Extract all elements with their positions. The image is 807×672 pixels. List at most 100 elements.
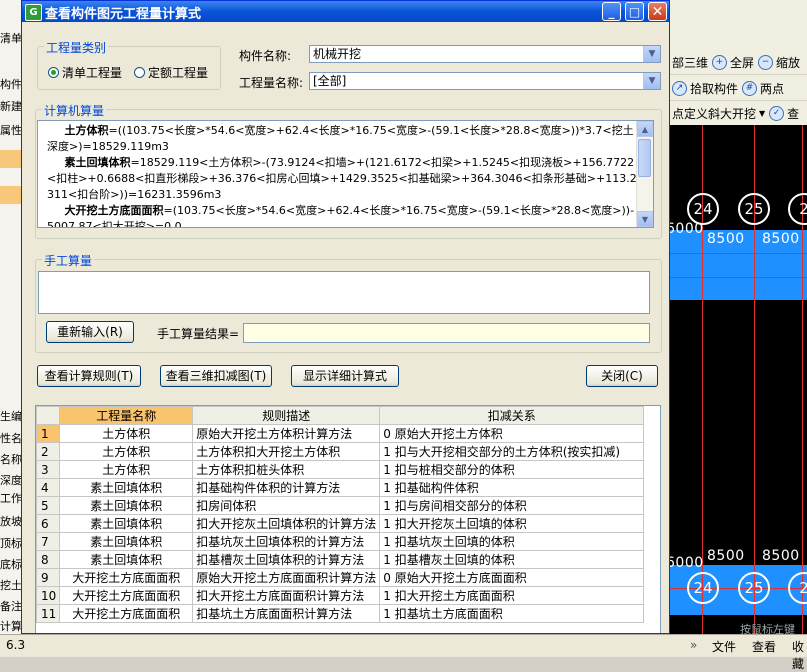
table-row[interactable]: 7 素土回填体积 扣基坑灰土回填体积的计算方法 1 扣基坑灰土回填的体积 <box>36 532 645 551</box>
3d-view-button[interactable]: 部三维 <box>672 54 708 71</box>
cell-deduction[interactable]: 1 扣与房间相交部分的体积 <box>379 496 645 515</box>
left-label[interactable]: 新建 <box>0 98 22 114</box>
cell-rule-desc[interactable]: 扣大开挖灰土回填体积的计算方法 <box>192 514 381 533</box>
scroll-up-icon[interactable]: ▲ <box>637 121 653 137</box>
cell-qty-name[interactable]: 素土回填体积 <box>59 514 194 533</box>
scroll-thumb[interactable] <box>638 139 651 177</box>
row-number[interactable]: 6 <box>36 514 61 533</box>
cell-rule-desc[interactable]: 扣基坑土方底面面积计算方法 <box>192 604 381 623</box>
qty-name-combo[interactable]: [全部] ▼ <box>309 72 661 90</box>
scroll-down-icon[interactable]: ▼ <box>637 211 653 227</box>
left-label: 清单 <box>0 32 22 45</box>
show-detail-formula-button[interactable]: 显示详细计算式 <box>291 365 399 387</box>
cell-qty-name[interactable]: 土方体积 <box>59 442 194 461</box>
cell-rule-desc[interactable]: 土方体积扣大开挖土方体积 <box>192 442 381 461</box>
left-selected-row[interactable] <box>0 150 22 168</box>
cell-deduction[interactable]: 1 扣大开挖灰土回填的体积 <box>379 514 645 533</box>
pick-component-button[interactable]: ↗ 拾取构件 <box>672 80 738 97</box>
check-button[interactable]: ✓ 查 <box>769 105 799 122</box>
row-number[interactable]: 4 <box>36 478 61 497</box>
row-number[interactable]: 2 <box>36 442 61 461</box>
double-chevron-icon[interactable]: » <box>690 638 697 652</box>
cell-qty-name[interactable]: 大开挖土方底面面积 <box>59 586 194 605</box>
row-number[interactable]: 3 <box>36 460 61 479</box>
table-row[interactable]: 1 土方体积 原始大开挖土方体积计算方法 0 原始大开挖土方体积 <box>36 424 645 443</box>
table-row[interactable]: 6 素土回填体积 扣大开挖灰土回填体积的计算方法 1 扣大开挖灰土回填的体积 <box>36 514 645 533</box>
cell-rule-desc[interactable]: 扣房间体积 <box>192 496 381 515</box>
define-slope-button[interactable]: 点定义斜大开挖 ▼ <box>672 105 765 122</box>
cell-deduction[interactable]: 0 原始大开挖土方体积 <box>379 424 645 443</box>
zoom-button[interactable]: − 缩放 <box>758 54 800 71</box>
canvas-tip: 按鼠标左键 <box>740 623 795 634</box>
table-row[interactable]: 8 素土回填体积 扣基槽灰土回填体积的计算方法 1 扣基槽灰土回填的体积 <box>36 550 645 569</box>
view-3d-deduction-button[interactable]: 查看三维扣减图(T) <box>160 365 272 387</box>
drawing-canvas[interactable]: 24 25 2 24 25 2 6000 8500 8500 6000 8500… <box>670 125 807 634</box>
status-menu-favorites[interactable]: 收藏 <box>792 638 807 672</box>
row-number[interactable]: 1 <box>36 424 61 443</box>
cell-qty-name[interactable]: 土方体积 <box>59 424 194 443</box>
cell-rule-desc[interactable]: 扣基坑灰土回填体积的计算方法 <box>192 532 381 551</box>
cell-rule-desc[interactable]: 扣基槽灰土回填体积的计算方法 <box>192 550 381 569</box>
minimize-button[interactable]: _ <box>602 2 621 21</box>
dialog-titlebar[interactable]: G 查看构件图元工程量计算式 _ □ ✕ <box>22 1 669 22</box>
radio-bill-qty[interactable]: 清单工程量 <box>48 64 122 81</box>
cell-qty-name[interactable]: 大开挖土方底面面积 <box>59 568 194 587</box>
cell-deduction[interactable]: 1 扣与桩相交部分的体积 <box>379 460 645 479</box>
cell-qty-name[interactable]: 素土回填体积 <box>59 550 194 569</box>
cell-deduction[interactable]: 1 扣基坑土方底面面积 <box>379 604 645 623</box>
component-name-combo[interactable]: 机械开挖 ▼ <box>309 45 661 63</box>
cell-rule-desc[interactable]: 原始大开挖土方体积计算方法 <box>192 424 381 443</box>
fullscreen-button[interactable]: + 全屏 <box>712 54 754 71</box>
header-qty-name[interactable]: 工程量名称 <box>59 406 194 425</box>
manual-result-field[interactable] <box>243 323 650 343</box>
cell-deduction[interactable]: 1 扣与大开挖相交部分的土方体积(按实扣减) <box>379 442 645 461</box>
cell-deduction[interactable]: 1 扣大开挖土方底面面积 <box>379 586 645 605</box>
table-row[interactable]: 9 大开挖土方底面面积 原始大开挖土方底面面积计算方法 0 原始大开挖土方底面面积 <box>36 568 645 587</box>
calc-scrollbar[interactable]: ▲ ▼ <box>636 121 653 227</box>
row-number[interactable]: 11 <box>36 604 61 623</box>
close-window-button[interactable]: ✕ <box>648 2 667 21</box>
calc-formula-box[interactable]: 土方体积=((103.75<长度>*54.6<宽度>+62.4<长度>*16.7… <box>37 120 654 228</box>
table-row[interactable]: 10 大开挖土方底面面积 扣大开挖土方底面面积计算方法 1 扣大开挖土方底面面积 <box>36 586 645 605</box>
two-point-button[interactable]: # 两点 <box>742 80 784 97</box>
cell-rule-desc[interactable]: 原始大开挖土方底面面积计算方法 <box>192 568 381 587</box>
chevron-down-icon[interactable]: ▼ <box>643 46 660 62</box>
maximize-button[interactable]: □ <box>625 2 644 21</box>
table-row[interactable]: 5 素土回填体积 扣房间体积 1 扣与房间相交部分的体积 <box>36 496 645 515</box>
close-button[interactable]: 关闭(C) <box>586 365 658 387</box>
row-number[interactable]: 5 <box>36 496 61 515</box>
grid-line <box>670 253 807 254</box>
row-number[interactable]: 10 <box>36 586 61 605</box>
manual-calc-input[interactable] <box>38 271 650 314</box>
table-row[interactable]: 4 素土回填体积 扣基础构件体积的计算方法 1 扣基础构件体积 <box>36 478 645 497</box>
row-number[interactable]: 7 <box>36 532 61 551</box>
cell-qty-name[interactable]: 土方体积 <box>59 460 194 479</box>
left-selected-row[interactable] <box>0 186 22 204</box>
cell-qty-name[interactable]: 素土回填体积 <box>59 496 194 515</box>
radio-norm-qty[interactable]: 定额工程量 <box>134 64 208 81</box>
cell-qty-name[interactable]: 大开挖土方底面面积 <box>59 604 194 623</box>
row-number[interactable]: 8 <box>36 550 61 569</box>
cell-qty-name[interactable]: 素土回填体积 <box>59 478 194 497</box>
row-number[interactable]: 9 <box>36 568 61 587</box>
reenter-button[interactable]: 重新输入(R) <box>46 321 134 343</box>
cell-qty-name[interactable]: 素土回填体积 <box>59 532 194 551</box>
table-row[interactable]: 3 土方体积 土方体积扣桩头体积 1 扣与桩相交部分的体积 <box>36 460 645 479</box>
cell-rule-desc[interactable]: 扣基础构件体积的计算方法 <box>192 478 381 497</box>
cell-rule-desc[interactable]: 土方体积扣桩头体积 <box>192 460 381 479</box>
status-menu-file[interactable]: 文件 <box>712 638 736 655</box>
cell-deduction[interactable]: 0 原始大开挖土方底面面积 <box>379 568 645 587</box>
view-rules-button[interactable]: 查看计算规则(T) <box>37 365 141 387</box>
chevron-down-icon[interactable]: ▼ <box>643 73 660 89</box>
left-label[interactable]: 构件列 <box>0 76 22 92</box>
dimension-text: 8500 <box>707 548 745 564</box>
header-deduction[interactable]: 扣减关系 <box>379 406 645 425</box>
header-rule-desc[interactable]: 规则描述 <box>192 406 381 425</box>
cell-deduction[interactable]: 1 扣基槽灰土回填的体积 <box>379 550 645 569</box>
table-row[interactable]: 11 大开挖土方底面面积 扣基坑土方底面面积计算方法 1 扣基坑土方底面面积 <box>36 604 645 623</box>
cell-rule-desc[interactable]: 扣大开挖土方底面面积计算方法 <box>192 586 381 605</box>
cell-deduction[interactable]: 1 扣基础构件体积 <box>379 478 645 497</box>
table-row[interactable]: 2 土方体积 土方体积扣大开挖土方体积 1 扣与大开挖相交部分的土方体积(按实扣减) <box>36 442 645 461</box>
cell-deduction[interactable]: 1 扣基坑灰土回填的体积 <box>379 532 645 551</box>
status-menu-view[interactable]: 查看 <box>752 638 776 655</box>
